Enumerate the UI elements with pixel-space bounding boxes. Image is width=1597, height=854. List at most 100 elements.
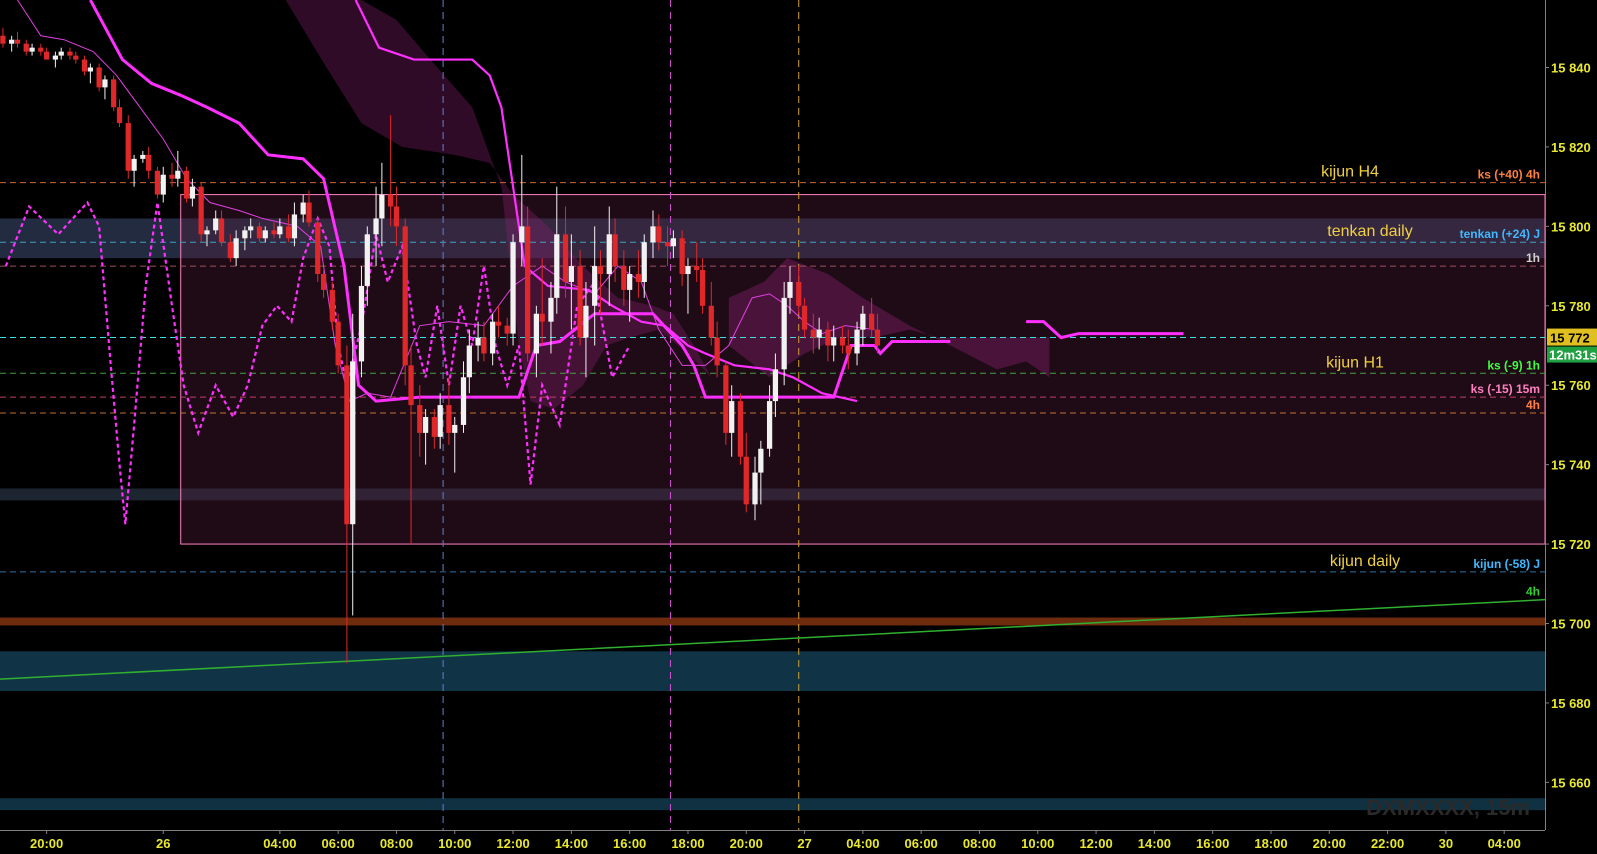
candle-body-120: [874, 329, 881, 346]
x-tick-label-2: 04:00: [263, 836, 296, 851]
y-tick-label-2: 15 800: [1551, 219, 1591, 234]
level-tag-2: 1h: [1526, 251, 1540, 265]
candle-body-67: [490, 321, 496, 354]
y-tick-label-6: 15 720: [1551, 537, 1591, 552]
candle-body-91: [664, 242, 671, 247]
candle-body-23: [169, 174, 175, 179]
candle-body-43: [315, 222, 321, 275]
candle-body-107: [781, 297, 787, 370]
candle-body-63: [460, 377, 467, 425]
candle-body-81: [592, 266, 598, 306]
candle-body-29: [213, 218, 219, 231]
candle-body-36: [262, 230, 268, 239]
level-label-7: kijun daily: [1330, 553, 1400, 570]
candle-body-11: [81, 59, 88, 72]
candle-body-68: [495, 321, 502, 326]
y-tick-label-3: 15 780: [1551, 299, 1591, 314]
y-axis-panel: [1545, 0, 1597, 854]
candle-body-8: [58, 51, 64, 56]
level-tag-5: ks (-15) 15m: [1471, 382, 1540, 396]
candle-body-115: [839, 337, 846, 346]
candle-body-89: [650, 226, 656, 243]
x-tick-label-7: 14:00: [555, 836, 588, 851]
candle-body-22: [160, 174, 166, 195]
candle-body-69: [504, 325, 510, 334]
candle-body-37: [271, 230, 277, 235]
candle-body-40: [291, 214, 298, 239]
candle-body-105: [766, 401, 773, 449]
candle-body-90: [656, 226, 662, 243]
x-tick-label-17: 14:00: [1138, 836, 1171, 851]
candle-body-12: [87, 67, 93, 72]
candle-body-92: [670, 238, 677, 247]
candle-body-44: [320, 274, 327, 290]
x-tick-label-8: 16:00: [613, 836, 646, 851]
candle-body-73: [533, 313, 540, 354]
candle-body-76: [554, 234, 560, 298]
x-tick-label-23: 04:00: [1488, 836, 1521, 851]
candle-body-110: [801, 305, 808, 330]
y-tick-label-0: 15 840: [1551, 61, 1591, 76]
candle-body-35: [256, 226, 263, 239]
zone-band-3: [0, 798, 1545, 811]
y-tick-label-9: 15 660: [1551, 775, 1591, 790]
candle-body-100: [729, 401, 735, 433]
x-tick-label-14: 08:00: [963, 836, 996, 851]
candle-body-61: [446, 405, 452, 433]
zone-band-2: [0, 651, 1545, 692]
candle-body-99: [723, 365, 729, 433]
candle-body-26: [189, 186, 196, 199]
candle-body-82: [597, 266, 604, 275]
candle-body-97: [708, 305, 714, 338]
candle-body-102: [743, 456, 749, 505]
candle-body-47: [344, 365, 350, 525]
candle-body-106: [772, 369, 779, 402]
x-tick-label-16: 12:00: [1079, 836, 1112, 851]
candle-body-9: [67, 51, 73, 56]
candle-body-50: [364, 234, 370, 286]
candle-body-10: [73, 55, 79, 60]
symbol-watermark: DXMXXXX, 15m: [1366, 795, 1530, 820]
x-tick-label-4: 08:00: [380, 836, 413, 851]
candle-body-65: [475, 337, 481, 346]
candle-body-49: [358, 285, 365, 362]
level-tag-7: kijun (-58) J: [1473, 557, 1540, 571]
candle-body-95: [694, 266, 700, 271]
candle-body-88: [641, 242, 647, 282]
x-tick-label-6: 12:00: [496, 836, 529, 851]
x-tick-label-3: 06:00: [322, 836, 355, 851]
candle-body-72: [525, 226, 531, 354]
candle-body-19: [140, 154, 146, 159]
candle-body-48: [350, 361, 356, 525]
candle-body-75: [548, 297, 554, 322]
candle-body-64: [466, 345, 472, 378]
x-tick-label-11: 27: [797, 836, 811, 851]
candle-body-54: [393, 206, 400, 227]
candle-body-116: [845, 345, 851, 354]
candle-body-42: [306, 202, 312, 223]
candle-body-33: [242, 230, 248, 239]
level-tag-1: tenkan (+24) J: [1460, 227, 1540, 241]
x-tick-label-12: 04:00: [846, 836, 879, 851]
candle-body-109: [796, 281, 802, 306]
level-tag-0: ks (+40) 4h: [1478, 168, 1540, 182]
x-tick-label-15: 10:00: [1021, 836, 1054, 851]
candle-body-28: [204, 230, 210, 235]
candle-body-31: [227, 242, 233, 259]
x-tick-label-19: 18:00: [1254, 836, 1287, 851]
candle-body-78: [568, 266, 574, 282]
candlestick-chart: kijun H4 ks (+40) 4h tenkan daily tenkan (+…: [0, 0, 1597, 854]
candle-body-55: [402, 226, 408, 366]
zone-band-4: [0, 617, 1545, 626]
candle-body-32: [233, 238, 239, 259]
candle-body-57: [417, 405, 423, 433]
candle-body-114: [831, 337, 837, 346]
level-tag-4: ks (-9) 1h: [1487, 358, 1540, 372]
candle-body-112: [816, 329, 822, 338]
x-tick-label-10: 20:00: [730, 836, 763, 851]
x-tick-label-18: 16:00: [1196, 836, 1229, 851]
candle-body-21: [154, 170, 161, 195]
candle-body-70: [510, 242, 516, 334]
candle-body-41: [300, 202, 306, 215]
candle-body-17: [125, 123, 131, 171]
